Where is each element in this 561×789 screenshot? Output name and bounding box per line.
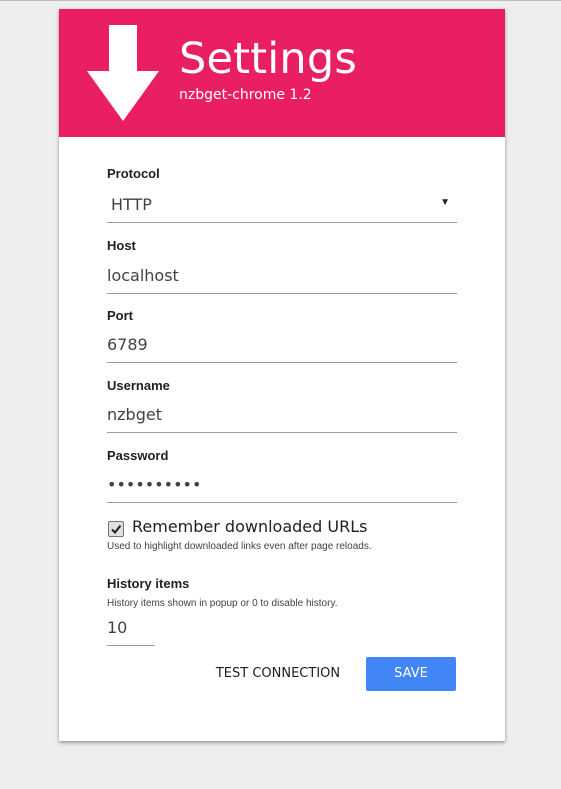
remember-urls-hint: Used to highlight downloaded links even … [107,541,372,552]
port-label: Port [107,308,133,323]
app-version: nzbget-chrome 1.2 [179,87,312,103]
host-value: localhost [107,266,179,285]
remember-urls-checkbox[interactable] [108,521,124,537]
host-label: Host [107,238,136,253]
window-top-border [0,0,561,1]
password-input[interactable]: •••••••••• [107,470,457,503]
settings-card: Settings nzbget-chrome 1.2 Protocol HTTP… [59,9,505,741]
checkmark-icon [111,524,122,535]
password-value: •••••••••• [107,475,202,494]
history-label: History items [107,576,190,591]
history-items-value: 10 [107,618,128,637]
history-hint: History items shown in popup or 0 to dis… [107,598,338,609]
port-input[interactable]: 6789 [107,330,457,363]
dropdown-caret-icon: ▼ [440,197,450,208]
port-value: 6789 [107,335,148,354]
username-label: Username [107,378,170,393]
download-arrow-icon [87,25,159,121]
username-value: nzbget [107,405,162,424]
host-input[interactable]: localhost [107,261,457,294]
protocol-value: HTTP [111,195,152,214]
remember-urls-label: Remember downloaded URLs [132,517,368,536]
password-label: Password [107,448,169,463]
protocol-label: Protocol [107,166,160,181]
page-title: Settings [179,34,357,84]
test-connection-button[interactable]: TEST CONNECTION [213,657,343,691]
settings-header: Settings nzbget-chrome 1.2 [59,9,505,137]
username-input[interactable]: nzbget [107,400,457,433]
history-items-input[interactable]: 10 [107,613,155,646]
protocol-select[interactable]: HTTP ▼ [107,190,457,223]
save-button[interactable]: SAVE [366,657,456,691]
